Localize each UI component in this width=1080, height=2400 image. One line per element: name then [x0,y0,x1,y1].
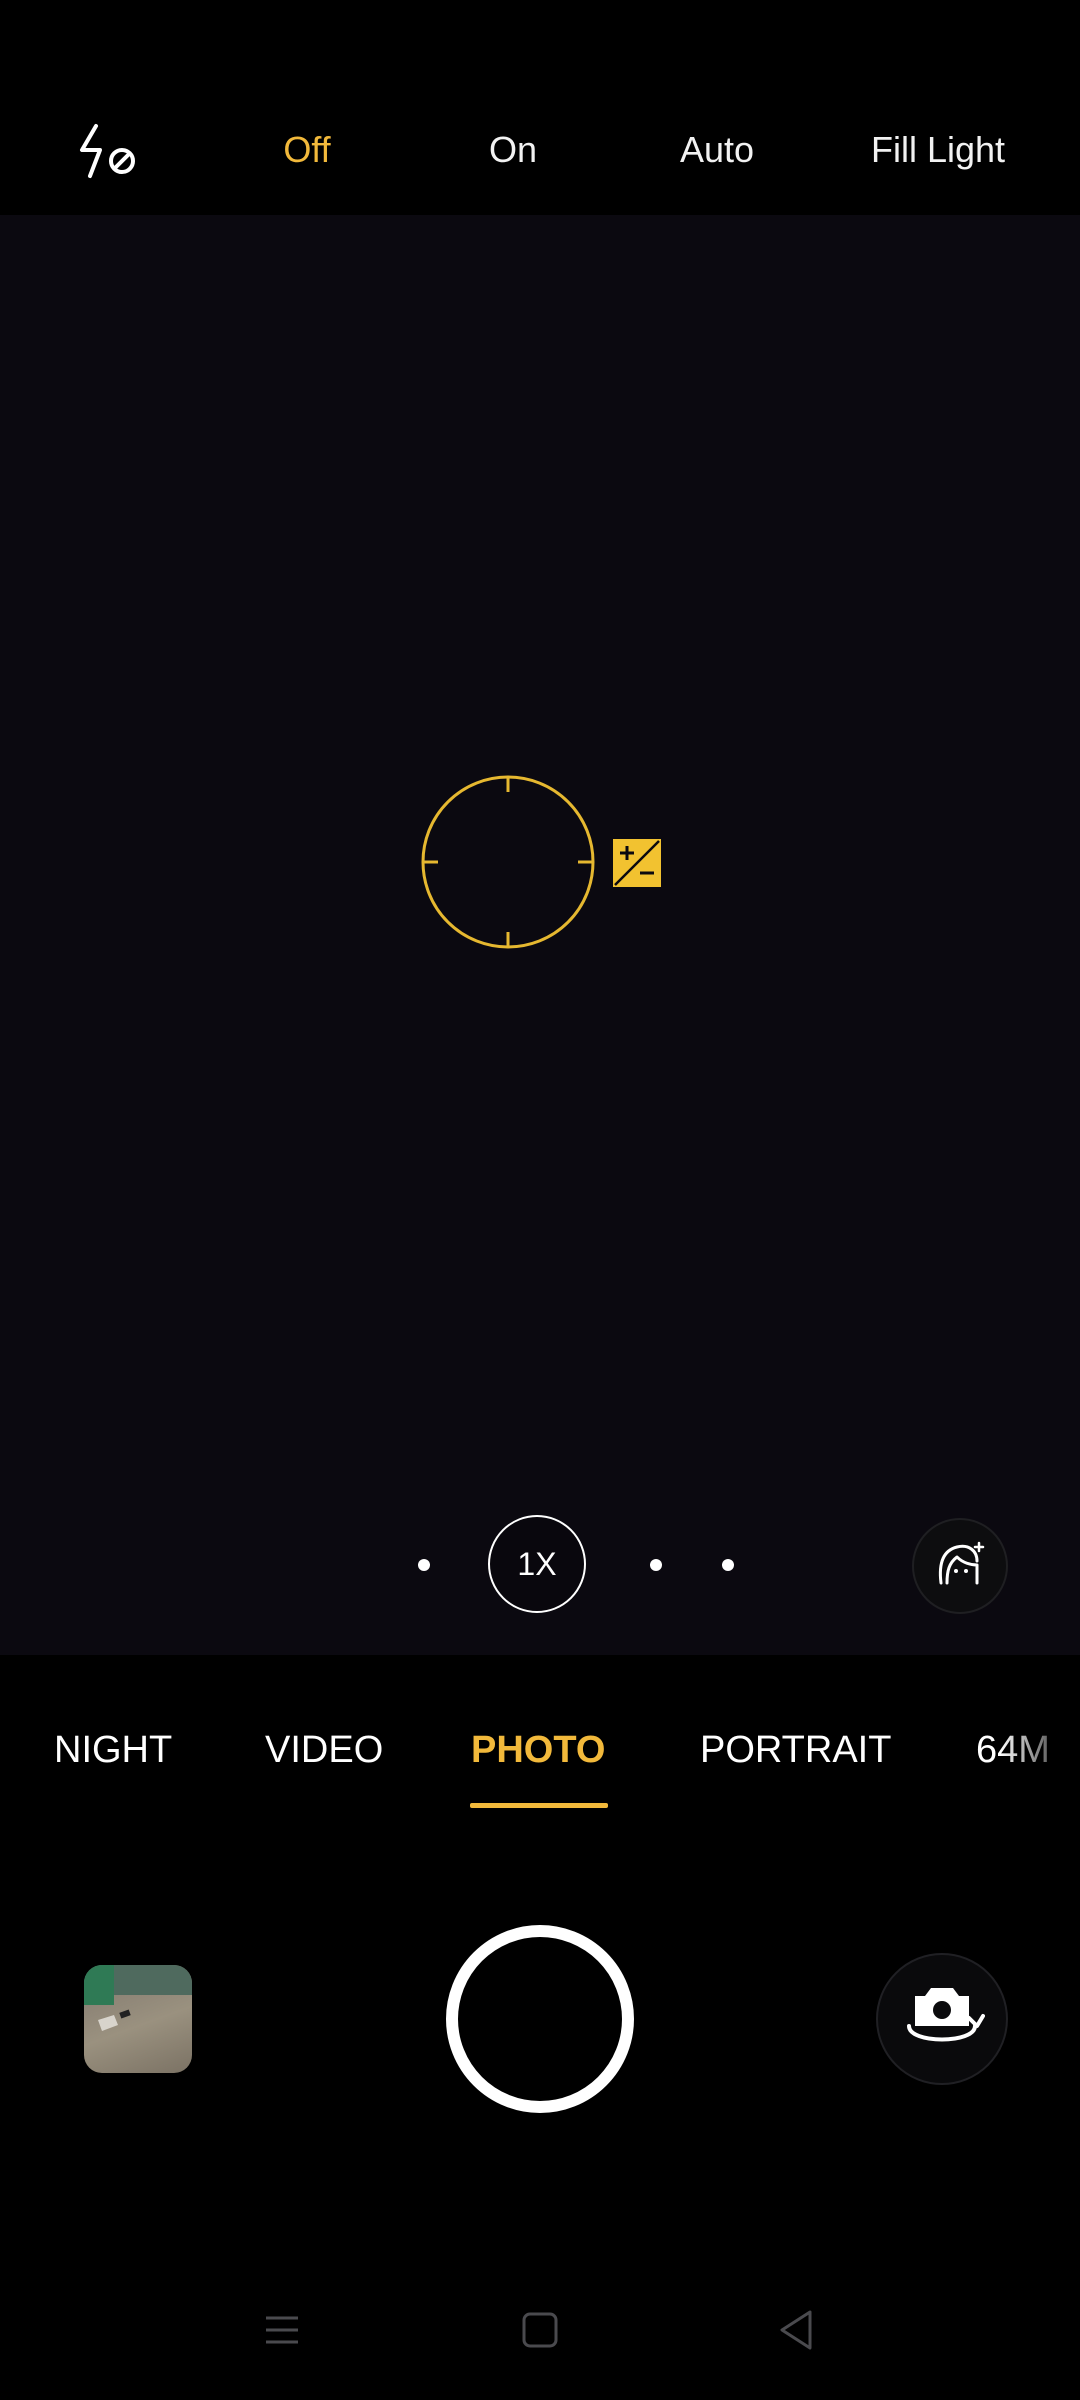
switch-camera-icon [899,1982,985,2057]
camera-mode-selector: NIGHT VIDEO PHOTO PORTRAIT 64M [0,1655,1080,1815]
flash-option-on[interactable]: On [468,120,558,180]
beauty-face-button[interactable] [912,1518,1008,1614]
mode-video[interactable]: VIDEO [265,1715,383,1785]
flash-option-auto[interactable]: Auto [662,120,772,180]
mode-list-fade [1000,1700,1080,1780]
flash-option-off[interactable]: Off [262,120,352,180]
zoom-level-dot[interactable] [722,1559,734,1571]
menu-icon[interactable] [252,2300,312,2360]
exposure-compensation-icon[interactable] [612,838,662,888]
zoom-level-dot[interactable] [418,1559,430,1571]
switch-camera-button[interactable] [876,1953,1008,2085]
flash-off-icon[interactable] [78,120,140,182]
system-navigation-bar [0,2270,1080,2400]
beauty-face-icon [933,1537,987,1596]
flash-option-fill-light[interactable]: Fill Light [858,120,1018,180]
focus-ring-icon [418,772,598,952]
shutter-button[interactable] [446,1925,634,2113]
home-icon[interactable] [510,2300,570,2360]
selected-mode-indicator [470,1803,608,1808]
gallery-thumbnail[interactable] [84,1965,192,2073]
flash-bar: Off On Auto Fill Light [0,0,1080,215]
mode-portrait[interactable]: PORTRAIT [700,1715,891,1785]
back-icon[interactable] [766,2300,826,2360]
mode-photo[interactable]: PHOTO [471,1715,605,1785]
zoom-level-dot[interactable] [650,1559,662,1571]
zoom-button[interactable]: 1X [488,1515,586,1613]
mode-night[interactable]: NIGHT [54,1715,172,1785]
